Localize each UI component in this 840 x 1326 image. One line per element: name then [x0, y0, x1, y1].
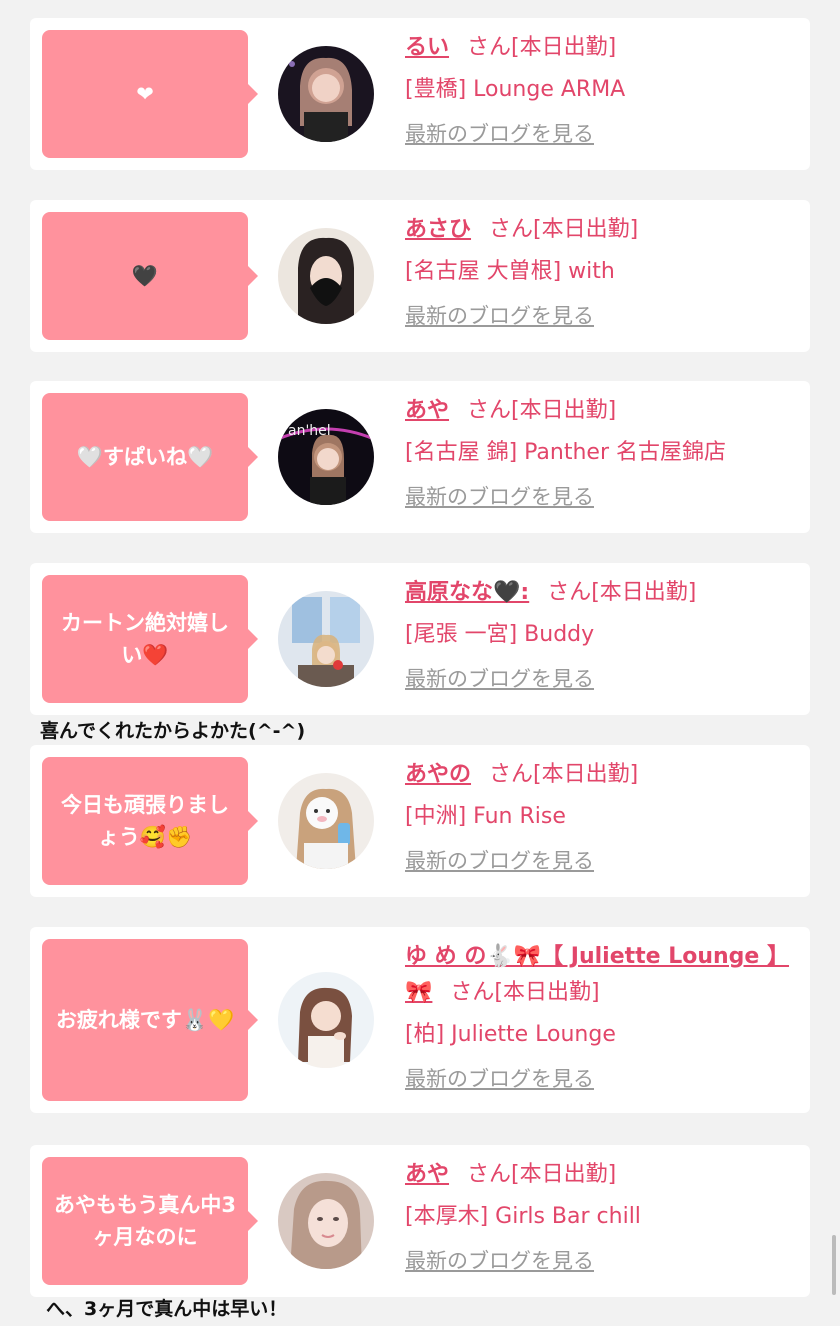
- status-text: [本日出勤]: [533, 217, 639, 242]
- blog-link[interactable]: 最新のブログを見る: [405, 300, 594, 332]
- status-text: [本日出勤]: [494, 980, 600, 1005]
- blog-link[interactable]: 最新のブログを見る: [405, 663, 594, 695]
- status-text: [本日出勤]: [511, 398, 617, 423]
- message-text: ❤: [136, 82, 154, 106]
- message-text: 🖤: [131, 264, 159, 288]
- status-text: [本日出勤]: [511, 1162, 617, 1187]
- honorific: さん: [467, 398, 512, 423]
- avatar[interactable]: [278, 591, 374, 687]
- girl-name-link[interactable]: あやの: [405, 762, 471, 787]
- shop-name: [本厚木] Girls Bar chill: [405, 1204, 641, 1229]
- shop-name: [名古屋 大曽根] with: [405, 259, 615, 284]
- shop-name: [柏] Juliette Lounge: [405, 1022, 616, 1047]
- message-bubble: 今日も頑張りましょう🥰✊: [42, 757, 258, 885]
- status-text: [本日出勤]: [533, 762, 639, 787]
- shop-name: [中洲] Fun Rise: [405, 804, 566, 829]
- blog-link[interactable]: 最新のブログを見る: [405, 1245, 594, 1277]
- scrollbar[interactable]: [832, 1235, 836, 1295]
- honorific: さん: [547, 580, 592, 605]
- message-bubble: カートン絶対嬉しい❤️: [42, 575, 258, 703]
- honorific: さん: [467, 1162, 512, 1187]
- honorific: さん: [489, 762, 534, 787]
- message-bubble: 🤍すぱいね🤍: [42, 393, 258, 521]
- overlay-caption: 喜んでくれたからよかた(^-^): [40, 720, 306, 742]
- overlay-caption: へ、3ヶ月で真ん中は早い！: [46, 1298, 288, 1320]
- blog-link[interactable]: 最新のブログを見る: [405, 481, 594, 513]
- message-text: カートン絶対嬉しい❤️: [61, 611, 229, 667]
- girl-name-link[interactable]: あや: [405, 1162, 449, 1187]
- avatar[interactable]: an'hel: [278, 409, 374, 505]
- honorific: さん: [467, 35, 512, 60]
- svg-text:an'hel: an'hel: [288, 423, 331, 439]
- avatar[interactable]: [278, 1173, 374, 1269]
- girl-name-link[interactable]: 高原なな🖤:: [405, 580, 529, 605]
- message-text: 🤍すぱいね🤍: [76, 445, 214, 469]
- honorific: さん: [489, 217, 534, 242]
- message-bubble: ❤: [42, 30, 258, 158]
- girl-card: あやももう真ん中3ヶ月なのに あや さん[本日出勤] [本厚木] Girls Ba…: [30, 1145, 810, 1297]
- status-text: [本日出勤]: [591, 580, 697, 605]
- status-text: [本日出勤]: [511, 35, 617, 60]
- message-text: お疲れ様です🐰💛: [55, 1008, 235, 1032]
- avatar[interactable]: [278, 46, 374, 142]
- shop-name: [名古屋 錦] Panther 名古屋錦店: [405, 440, 726, 465]
- girl-card: カートン絶対嬉しい❤️ 高原なな🖤: さん[本日出勤] [尾張 一宮] Buddy…: [30, 563, 810, 715]
- blog-link[interactable]: 最新のブログを見る: [405, 118, 594, 150]
- message-bubble: お疲れ様です🐰💛: [42, 939, 258, 1101]
- honorific: さん: [450, 980, 495, 1005]
- blog-link[interactable]: 最新のブログを見る: [405, 845, 594, 877]
- avatar[interactable]: [278, 972, 374, 1068]
- shop-name: [豊橋] Lounge ARMA: [405, 77, 626, 102]
- avatar[interactable]: [278, 228, 374, 324]
- girl-card: ❤ るい さん[本日出勤] [豊橋] Lounge ARMA 最新のブログを見る: [30, 18, 810, 170]
- girl-card: 🤍すぱいね🤍 an'hel あや さん[本日出勤] [名古屋 錦] Panther…: [30, 381, 810, 533]
- message-text: あやももう真ん中3ヶ月なのに: [54, 1193, 236, 1249]
- shop-name: [尾張 一宮] Buddy: [405, 622, 595, 647]
- girl-card: 🖤 あさひ さん[本日出勤] [名古屋 大曽根] with 最新のブログを見る: [30, 200, 810, 352]
- blog-link[interactable]: 最新のブログを見る: [405, 1063, 594, 1095]
- girl-name-link[interactable]: あさひ: [405, 217, 471, 242]
- message-bubble: 🖤: [42, 212, 258, 340]
- message-bubble: あやももう真ん中3ヶ月なのに: [42, 1157, 258, 1285]
- girl-card: 今日も頑張りましょう🥰✊ あやの さん[本日出勤] [中洲] Fun Rise 最…: [30, 745, 810, 897]
- message-text: 今日も頑張りましょう🥰✊: [61, 793, 229, 849]
- avatar[interactable]: [278, 773, 374, 869]
- girl-name-link[interactable]: あや: [405, 398, 449, 423]
- girl-name-link[interactable]: るい: [405, 35, 449, 60]
- girl-card: お疲れ様です🐰💛 ゆ め の🐇🎀【 Juliette Lounge 】🎀 さん[本…: [30, 927, 810, 1113]
